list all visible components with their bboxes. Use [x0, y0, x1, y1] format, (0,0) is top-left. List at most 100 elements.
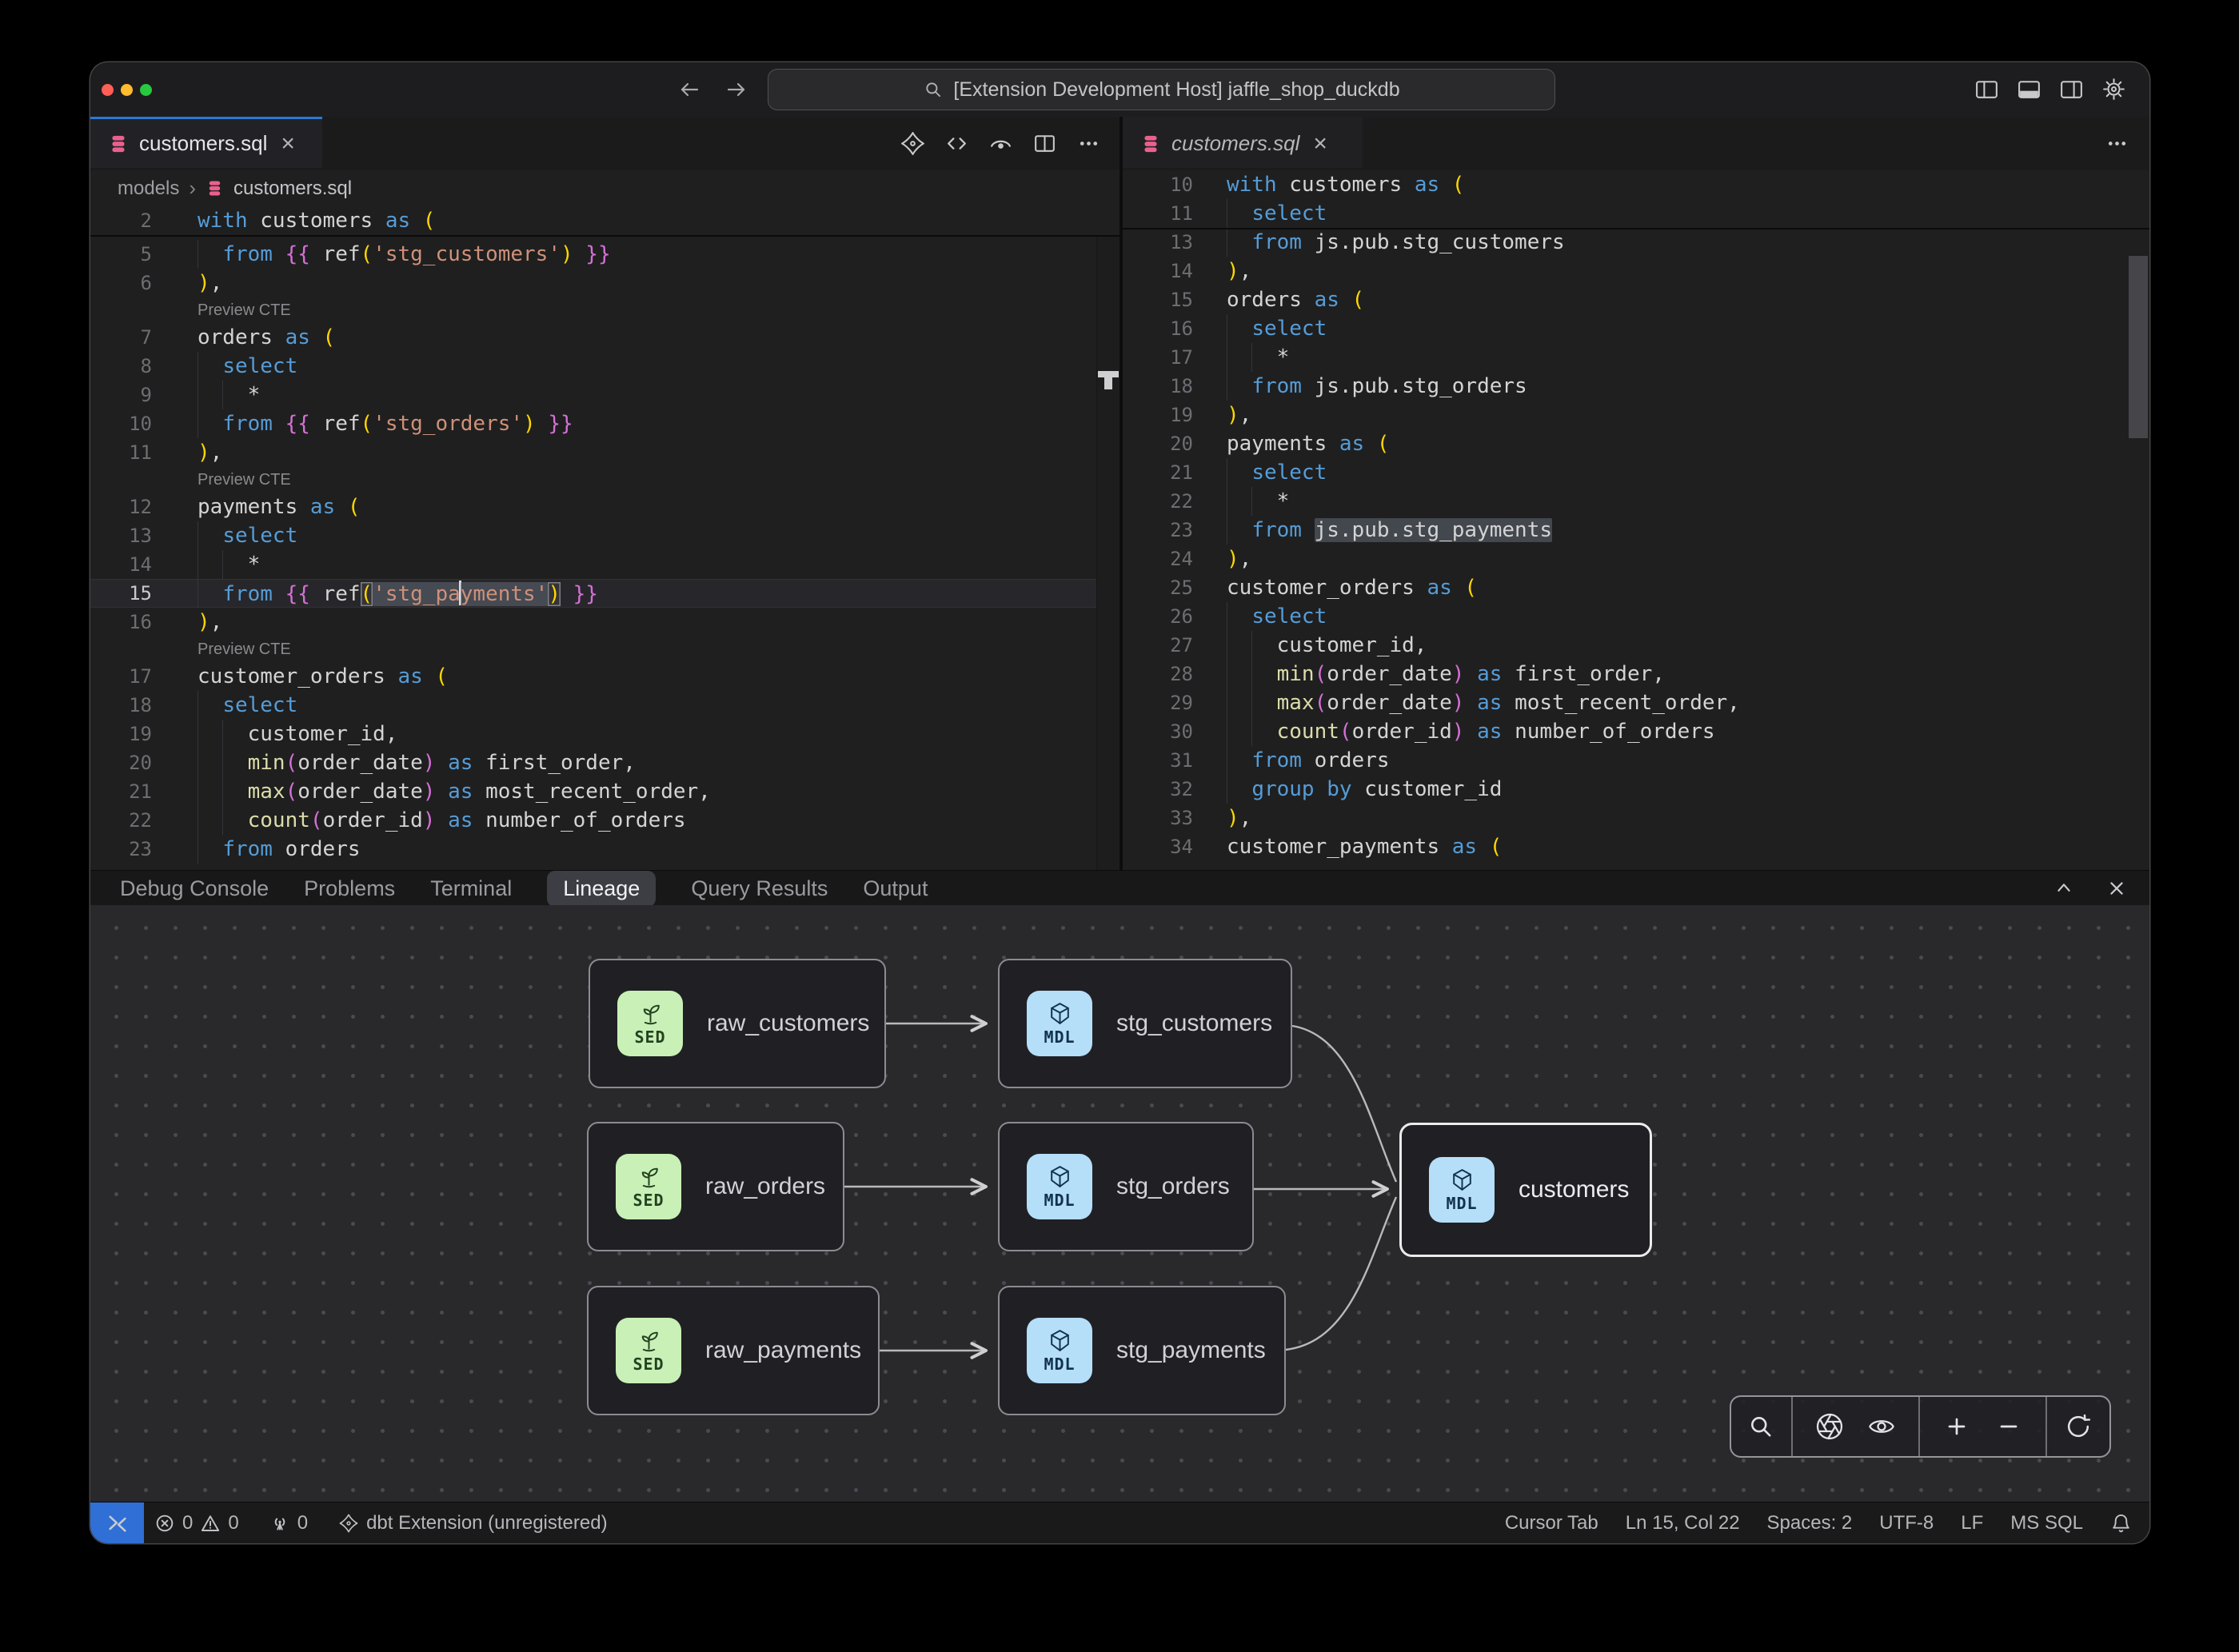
- code-line-22[interactable]: 22 count(order_id) as number_of_orders: [90, 806, 1120, 835]
- preview-eye-icon[interactable]: [988, 130, 1014, 157]
- code-line-33[interactable]: 33),: [1123, 804, 2149, 832]
- code-line-16[interactable]: 16),: [90, 608, 1120, 636]
- ports-status[interactable]: 0: [269, 1512, 308, 1534]
- plus-icon[interactable]: [1942, 1412, 1971, 1441]
- code-line-20[interactable]: 20 min(order_date) as first_order,: [90, 748, 1120, 777]
- tab-close-icon[interactable]: ×: [281, 132, 295, 156]
- code-line-14[interactable]: 14),: [1123, 257, 2149, 285]
- code-line-18[interactable]: 18 from js.pub.stg_orders: [1123, 372, 2149, 401]
- breadcrumb[interactable]: models › customers.sql: [90, 170, 1120, 206]
- lineage-canvas[interactable]: SEDraw_customersMDLstg_customersSEDraw_o…: [90, 905, 2149, 1502]
- code-line-19[interactable]: 19),: [1123, 401, 2149, 429]
- codelens-label[interactable]: Preview CTE: [198, 471, 291, 489]
- code-line-29[interactable]: 29 max(order_date) as most_recent_order,: [1123, 688, 2149, 717]
- code-line-13[interactable]: 13 select: [90, 521, 1120, 550]
- code-line-12[interactable]: 12payments as (: [90, 493, 1120, 521]
- dbt-star-icon[interactable]: [900, 130, 926, 157]
- close-icon[interactable]: [2105, 876, 2129, 900]
- status-item-utf-8[interactable]: UTF-8: [1879, 1512, 1934, 1534]
- code-line-14[interactable]: 14 *: [90, 550, 1120, 579]
- code-line-8[interactable]: 8 select: [90, 352, 1120, 381]
- chevron-up-icon[interactable]: [2052, 876, 2076, 900]
- code-line-20[interactable]: 20payments as (: [1123, 429, 2149, 458]
- code-line-22[interactable]: 22 *: [1123, 487, 2149, 516]
- lineage-node-raw_payments[interactable]: SEDraw_payments: [587, 1286, 880, 1415]
- code-line-31[interactable]: 31 from orders: [1123, 746, 2149, 775]
- problems-status[interactable]: 0 0: [154, 1512, 239, 1534]
- code-line-18[interactable]: 18 select: [90, 691, 1120, 720]
- code-line-28[interactable]: 28 min(order_date) as first_order,: [1123, 660, 2149, 688]
- code-line-15[interactable]: 15orders as (: [1123, 285, 2149, 314]
- aperture-icon[interactable]: [1815, 1412, 1844, 1441]
- status-item-cursor-tab[interactable]: Cursor Tab: [1505, 1512, 1598, 1534]
- gear-icon[interactable]: [2101, 76, 2127, 102]
- panel-tab-query-results[interactable]: Query Results: [691, 876, 828, 901]
- code-line-23[interactable]: 23 from orders: [90, 835, 1120, 864]
- breadcrumb-folder[interactable]: models: [118, 178, 179, 200]
- lineage-node-stg_payments[interactable]: MDLstg_payments: [998, 1286, 1286, 1415]
- codelens-label[interactable]: Preview CTE: [198, 301, 291, 320]
- panel-tab-output[interactable]: Output: [863, 876, 928, 901]
- sticky-line-2[interactable]: 2with customers as (: [90, 206, 1120, 235]
- panel-tab-terminal[interactable]: Terminal: [430, 876, 512, 901]
- codelens[interactable]: Preview CTE: [90, 297, 1120, 323]
- status-item-spaces-2[interactable]: Spaces: 2: [1767, 1512, 1853, 1534]
- command-center-search[interactable]: [Extension Development Host] jaffle_shop…: [768, 69, 1555, 110]
- panel-tab-debug-console[interactable]: Debug Console: [120, 876, 269, 901]
- eye-icon[interactable]: [1867, 1412, 1896, 1441]
- remote-indicator[interactable]: [90, 1502, 144, 1543]
- overview-ruler-left[interactable]: [1096, 206, 1120, 870]
- sticky-line-10[interactable]: 10with customers as (: [1123, 170, 2149, 199]
- ellipsis-icon[interactable]: [2104, 130, 2130, 157]
- scrollbar-thumb[interactable]: [2129, 256, 2148, 438]
- lineage-node-stg_customers[interactable]: MDLstg_customers: [998, 959, 1292, 1088]
- lineage-node-raw_customers[interactable]: SEDraw_customers: [589, 959, 886, 1088]
- code-line-16[interactable]: 16 select: [1123, 314, 2149, 343]
- lineage-node-customers[interactable]: MDLcustomers: [1399, 1123, 1652, 1257]
- refresh-icon[interactable]: [2064, 1412, 2093, 1441]
- editor-right-compiled-sql[interactable]: 10with customers as (11 select 13 from j…: [1123, 170, 2149, 870]
- code-line-32[interactable]: 32 group by customer_id: [1123, 775, 2149, 804]
- tab-customers-sql-left[interactable]: customers.sql ×: [90, 117, 322, 168]
- editor-group-divider[interactable]: [1120, 117, 1123, 870]
- editor-left-customers-sql[interactable]: models › customers.sql 2with customers a…: [90, 170, 1120, 870]
- code-line-13[interactable]: 13 from js.pub.stg_customers: [1123, 228, 2149, 257]
- code-line-10[interactable]: 10 from {{ ref('stg_orders') }}: [90, 409, 1120, 438]
- status-item-ms-sql[interactable]: MS SQL: [2010, 1512, 2083, 1534]
- code-line-26[interactable]: 26 select: [1123, 602, 2149, 631]
- code-line-5[interactable]: 5 from {{ ref('stg_customers') }}: [90, 240, 1120, 269]
- macos-close-button[interactable]: [102, 84, 114, 96]
- back-icon[interactable]: [676, 77, 702, 102]
- search-icon[interactable]: [1746, 1412, 1775, 1441]
- codelens[interactable]: Preview CTE: [90, 636, 1120, 662]
- code-icon[interactable]: [944, 130, 970, 157]
- codelens[interactable]: Preview CTE: [90, 467, 1120, 493]
- code-line-30[interactable]: 30 count(order_id) as number_of_orders: [1123, 717, 2149, 746]
- code-line-24[interactable]: 24),: [1123, 545, 2149, 573]
- code-line-27[interactable]: 27 customer_id,: [1123, 631, 2149, 660]
- sticky-scroll-left[interactable]: 2with customers as (: [90, 206, 1120, 237]
- tab-customers-sql-right[interactable]: customers.sql ×: [1123, 117, 1363, 168]
- panel-tab-lineage[interactable]: Lineage: [547, 871, 656, 907]
- code-line-21[interactable]: 21 max(order_date) as most_recent_order,: [90, 777, 1120, 806]
- status-item-lf[interactable]: LF: [1961, 1512, 1983, 1534]
- bell-icon[interactable]: [2110, 1512, 2132, 1534]
- layout-sidebar-left-icon[interactable]: [1974, 76, 2000, 102]
- split-editor-icon[interactable]: [1032, 130, 1058, 157]
- status-item-ln-15-col-22[interactable]: Ln 15, Col 22: [1626, 1512, 1740, 1534]
- code-line-21[interactable]: 21 select: [1123, 458, 2149, 487]
- forward-icon[interactable]: [724, 77, 749, 102]
- codelens-label[interactable]: Preview CTE: [198, 640, 291, 659]
- code-line-19[interactable]: 19 customer_id,: [90, 720, 1120, 748]
- tab-close-icon[interactable]: ×: [1313, 132, 1327, 156]
- macos-minimize-button[interactable]: [121, 84, 133, 96]
- breadcrumb-file[interactable]: customers.sql: [233, 178, 352, 200]
- sticky-line-11[interactable]: 11 select: [1123, 199, 2149, 228]
- sticky-scroll-right[interactable]: 10with customers as (11 select: [1123, 170, 2149, 229]
- code-line-7[interactable]: 7orders as (: [90, 323, 1120, 352]
- code-line-9[interactable]: 9 *: [90, 381, 1120, 409]
- code-line-17[interactable]: 17 *: [1123, 343, 2149, 372]
- code-line-6[interactable]: 6),: [90, 269, 1120, 297]
- code-line-11[interactable]: 11),: [90, 438, 1120, 467]
- code-line-34[interactable]: 34customer_payments as (: [1123, 832, 2149, 861]
